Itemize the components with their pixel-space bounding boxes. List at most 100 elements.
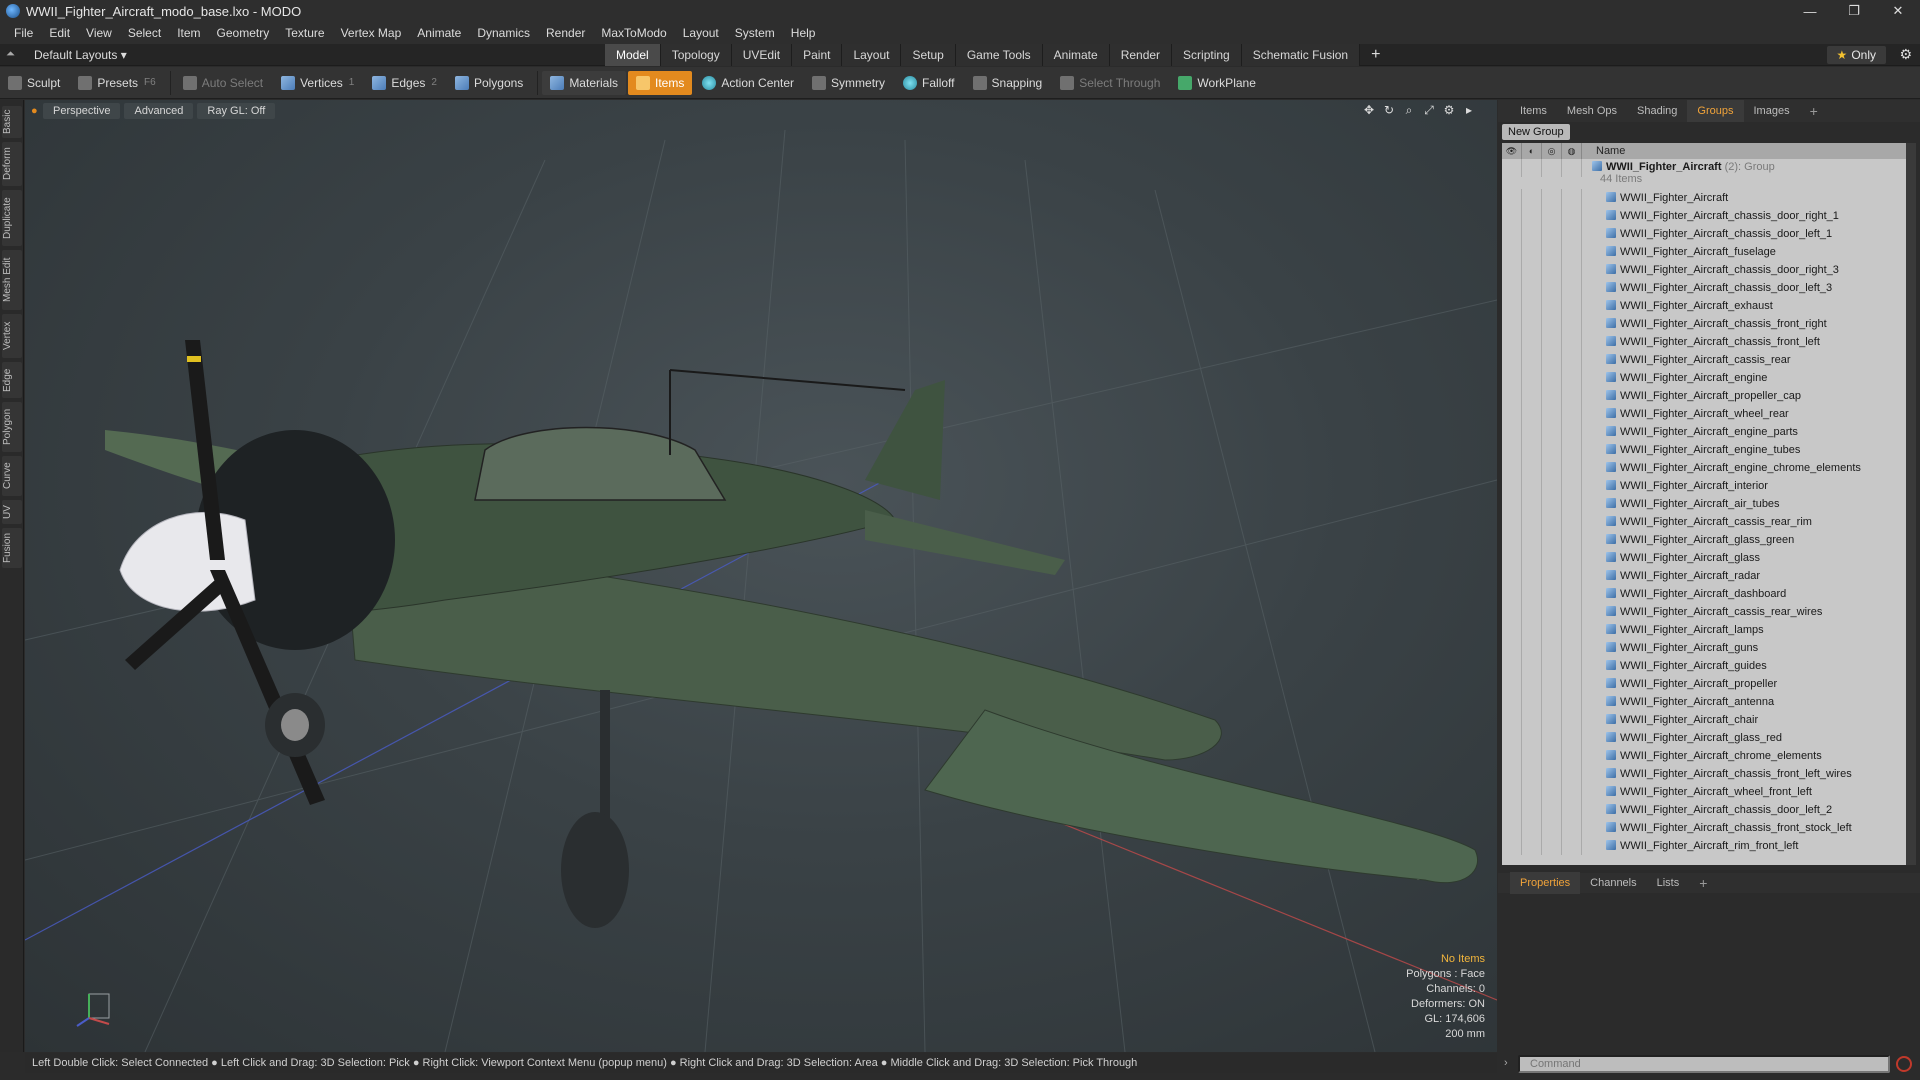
menu-animate[interactable]: Animate: [409, 22, 469, 44]
menu-help[interactable]: Help: [783, 22, 824, 44]
visibility-toggle[interactable]: [1502, 603, 1522, 621]
lock-toggle[interactable]: [1542, 675, 1562, 693]
visibility-toggle[interactable]: [1502, 441, 1522, 459]
list-item[interactable]: WWII_Fighter_Aircraft_fuselage: [1502, 243, 1906, 261]
list-item[interactable]: WWII_Fighter_Aircraft_chrome_elements: [1502, 747, 1906, 765]
render-toggle[interactable]: [1522, 333, 1542, 351]
list-item[interactable]: WWII_Fighter_Aircraft_exhaust: [1502, 297, 1906, 315]
action-center-button[interactable]: Action Center: [694, 71, 802, 95]
name-column-header[interactable]: Name: [1582, 145, 1625, 157]
menu-render[interactable]: Render: [538, 22, 593, 44]
zoom-view-icon[interactable]: ⌕: [1399, 103, 1419, 118]
list-item[interactable]: WWII_Fighter_Aircraft_cassis_rear_wires: [1502, 603, 1906, 621]
only-toggle-button[interactable]: ★ Only: [1826, 46, 1886, 64]
tab-game-tools[interactable]: Game Tools: [955, 44, 1043, 66]
select-toggle[interactable]: [1562, 261, 1582, 279]
add-properties-tab-button[interactable]: +: [1689, 872, 1717, 894]
visibility-toggle[interactable]: [1502, 711, 1522, 729]
symmetry-button[interactable]: Symmetry: [804, 71, 893, 95]
render-toggle[interactable]: [1522, 261, 1542, 279]
lock-toggle[interactable]: [1542, 783, 1562, 801]
render-toggle[interactable]: [1522, 207, 1542, 225]
menu-dynamics[interactable]: Dynamics: [469, 22, 538, 44]
select-toggle[interactable]: [1562, 159, 1582, 177]
tab-basic[interactable]: Basic: [2, 106, 22, 138]
list-item[interactable]: WWII_Fighter_Aircraft_chassis_door_left_…: [1502, 279, 1906, 297]
visibility-toggle[interactable]: [1502, 585, 1522, 603]
list-item[interactable]: WWII_Fighter_Aircraft_cassis_rear_rim: [1502, 513, 1906, 531]
lock-toggle[interactable]: [1542, 333, 1562, 351]
lock-toggle[interactable]: [1542, 369, 1562, 387]
lock-toggle[interactable]: [1542, 351, 1562, 369]
maximize-button[interactable]: ❐: [1832, 0, 1876, 22]
visibility-toggle[interactable]: [1502, 315, 1522, 333]
menu-view[interactable]: View: [78, 22, 120, 44]
gear-icon[interactable]: ⚙: [1899, 46, 1912, 63]
list-item[interactable]: WWII_Fighter_Aircraft_cassis_rear: [1502, 351, 1906, 369]
select-toggle[interactable]: [1562, 729, 1582, 747]
tab-setup[interactable]: Setup: [901, 44, 956, 66]
tab-schematic-fusion[interactable]: Schematic Fusion: [1241, 44, 1361, 66]
lock-toggle[interactable]: [1542, 549, 1562, 567]
snapping-button[interactable]: Snapping: [965, 71, 1051, 95]
visibility-toggle[interactable]: [1502, 459, 1522, 477]
visibility-toggle[interactable]: [1502, 207, 1522, 225]
list-item[interactable]: WWII_Fighter_Aircraft_antenna: [1502, 693, 1906, 711]
viewport-expand-icon[interactable]: ▸: [1459, 103, 1479, 118]
render-toggle[interactable]: [1522, 675, 1542, 693]
select-toggle[interactable]: [1562, 765, 1582, 783]
select-toggle[interactable]: [1562, 513, 1582, 531]
record-macro-icon[interactable]: [1896, 1056, 1912, 1072]
lock-toggle[interactable]: [1542, 711, 1562, 729]
perspective-dropdown[interactable]: Perspective: [43, 103, 121, 119]
render-toggle[interactable]: [1522, 279, 1542, 297]
workplane-button[interactable]: WorkPlane: [1170, 71, 1263, 95]
render-toggle[interactable]: [1522, 159, 1542, 177]
vertices-mode-button[interactable]: Vertices 1: [273, 71, 362, 95]
visibility-toggle[interactable]: [1502, 747, 1522, 765]
select-toggle[interactable]: [1562, 189, 1582, 207]
lock-toggle[interactable]: [1542, 459, 1562, 477]
presets-button[interactable]: Presets F6: [70, 71, 163, 95]
visibility-column-icon[interactable]: 👁: [1502, 143, 1522, 159]
menu-file[interactable]: File: [6, 22, 41, 44]
lock-toggle[interactable]: [1542, 567, 1562, 585]
list-item[interactable]: WWII_Fighter_Aircraft_glass: [1502, 549, 1906, 567]
auto-select-button[interactable]: Auto Select: [175, 71, 271, 95]
list-item[interactable]: WWII_Fighter_Aircraft_dashboard: [1502, 585, 1906, 603]
render-toggle[interactable]: [1522, 531, 1542, 549]
render-toggle[interactable]: [1522, 459, 1542, 477]
lock-toggle[interactable]: [1542, 159, 1562, 177]
menu-item[interactable]: Item: [169, 22, 208, 44]
list-item[interactable]: WWII_Fighter_Aircraft_rim_front_left: [1502, 837, 1906, 855]
tab-curve[interactable]: Curve: [2, 456, 22, 496]
lock-toggle[interactable]: [1542, 639, 1562, 657]
visibility-toggle[interactable]: [1502, 639, 1522, 657]
render-toggle[interactable]: [1522, 837, 1542, 855]
render-toggle[interactable]: [1522, 423, 1542, 441]
select-toggle[interactable]: [1562, 333, 1582, 351]
group-row[interactable]: WWII_Fighter_Aircraft (2): Group 44 Item…: [1502, 159, 1906, 189]
list-item[interactable]: WWII_Fighter_Aircraft_guns: [1502, 639, 1906, 657]
lock-toggle[interactable]: [1542, 693, 1562, 711]
viewport-menu-dot-icon[interactable]: ●: [31, 103, 39, 119]
lock-toggle[interactable]: [1542, 261, 1562, 279]
render-toggle[interactable]: [1522, 783, 1542, 801]
lock-toggle[interactable]: [1542, 495, 1562, 513]
lock-toggle[interactable]: [1542, 423, 1562, 441]
lock-toggle[interactable]: [1542, 387, 1562, 405]
visibility-toggle[interactable]: [1502, 819, 1522, 837]
select-toggle[interactable]: [1562, 603, 1582, 621]
menu-select[interactable]: Select: [120, 22, 169, 44]
visibility-toggle[interactable]: [1502, 243, 1522, 261]
render-toggle[interactable]: [1522, 243, 1542, 261]
render-toggle[interactable]: [1522, 603, 1542, 621]
select-toggle[interactable]: [1562, 621, 1582, 639]
render-toggle[interactable]: [1522, 315, 1542, 333]
select-toggle[interactable]: [1562, 297, 1582, 315]
tab-duplicate[interactable]: Duplicate: [2, 190, 22, 246]
list-item[interactable]: WWII_Fighter_Aircraft: [1502, 189, 1906, 207]
render-toggle[interactable]: [1522, 495, 1542, 513]
advanced-dropdown[interactable]: Advanced: [124, 103, 194, 119]
render-toggle[interactable]: [1522, 621, 1542, 639]
